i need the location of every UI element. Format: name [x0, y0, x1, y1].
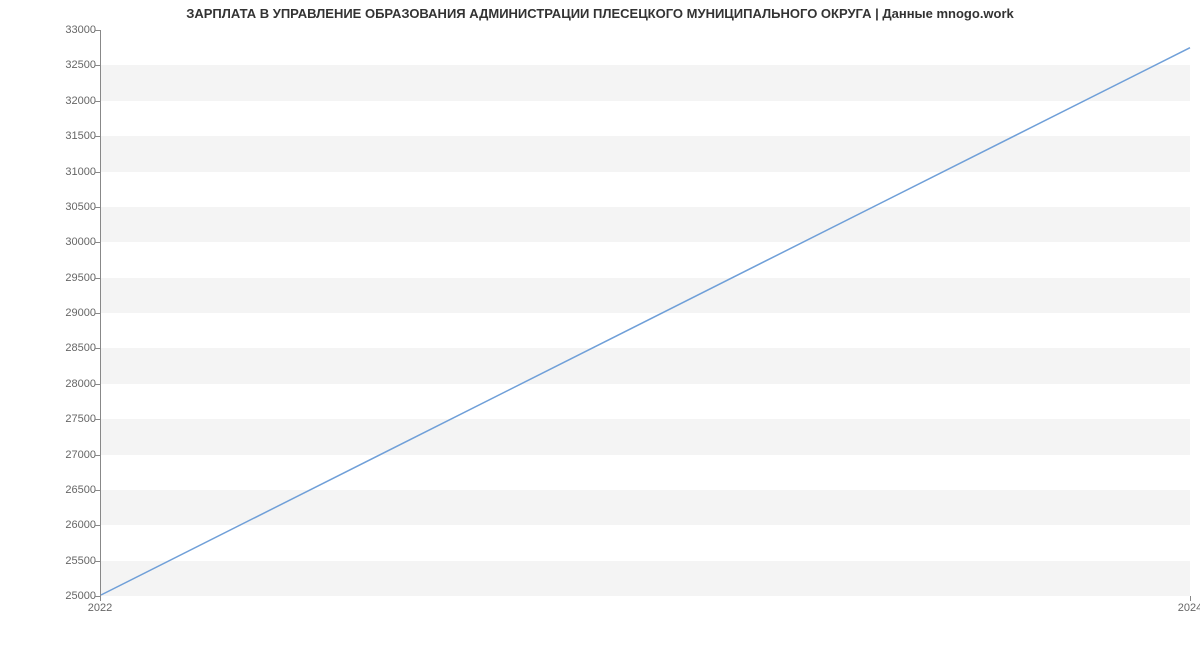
- y-tick-label: 29500: [65, 272, 96, 284]
- y-tick-label: 30000: [65, 236, 96, 248]
- y-tick-label: 27500: [65, 413, 96, 425]
- y-tick-label: 28000: [65, 378, 96, 390]
- plot-area: [100, 30, 1190, 596]
- y-tick-label: 27000: [65, 449, 96, 461]
- y-tick-mark: [95, 384, 100, 385]
- chart-title: ЗАРПЛАТА В УПРАВЛЕНИЕ ОБРАЗОВАНИЯ АДМИНИ…: [0, 6, 1200, 21]
- y-tick-mark: [95, 525, 100, 526]
- y-tick-label: 26000: [65, 519, 96, 531]
- y-tick-mark: [95, 561, 100, 562]
- y-tick-label: 26500: [65, 484, 96, 496]
- line-layer: [101, 30, 1190, 595]
- y-tick-label: 31500: [65, 130, 96, 142]
- y-tick-mark: [95, 348, 100, 349]
- y-tick-label: 33000: [65, 24, 96, 36]
- y-tick-label: 32000: [65, 95, 96, 107]
- y-tick-mark: [95, 455, 100, 456]
- y-tick-label: 25500: [65, 555, 96, 567]
- y-tick-mark: [95, 136, 100, 137]
- x-tick-label: 2024: [1178, 602, 1200, 614]
- y-tick-label: 25000: [65, 590, 96, 602]
- y-tick-mark: [95, 278, 100, 279]
- y-tick-mark: [95, 242, 100, 243]
- series-line: [101, 48, 1190, 595]
- y-tick-mark: [95, 101, 100, 102]
- salary-line-chart: ЗАРПЛАТА В УПРАВЛЕНИЕ ОБРАЗОВАНИЯ АДМИНИ…: [0, 0, 1200, 650]
- y-tick-mark: [95, 65, 100, 66]
- x-tick-mark: [1190, 596, 1191, 601]
- y-tick-mark: [95, 172, 100, 173]
- y-tick-mark: [95, 419, 100, 420]
- y-tick-mark: [95, 490, 100, 491]
- y-tick-label: 31000: [65, 166, 96, 178]
- x-tick-mark: [100, 596, 101, 601]
- y-tick-label: 32500: [65, 59, 96, 71]
- x-tick-label: 2022: [88, 602, 112, 614]
- y-tick-mark: [95, 30, 100, 31]
- y-tick-mark: [95, 207, 100, 208]
- y-tick-label: 30500: [65, 201, 96, 213]
- y-tick-mark: [95, 313, 100, 314]
- y-tick-label: 29000: [65, 307, 96, 319]
- y-tick-label: 28500: [65, 342, 96, 354]
